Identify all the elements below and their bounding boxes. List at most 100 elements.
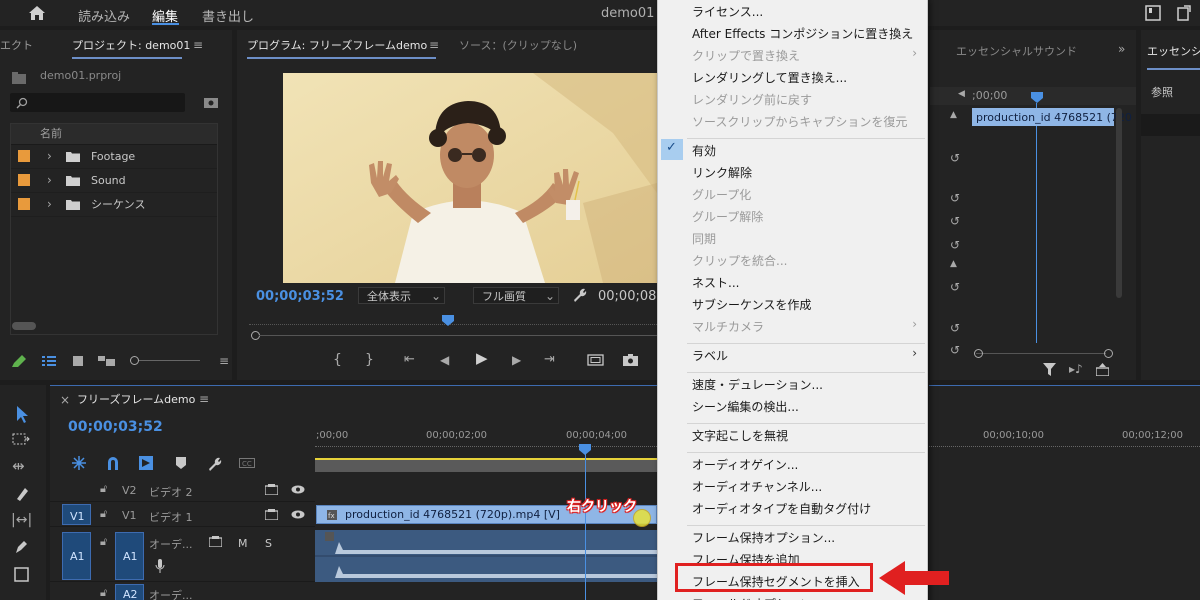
export-icon[interactable]: [1096, 363, 1109, 376]
eye-toggle-icon[interactable]: [291, 510, 305, 519]
lock-icon[interactable]: 🔓︎: [100, 587, 107, 598]
vertical-scrollbar[interactable]: [1116, 108, 1122, 298]
audio-clip[interactable]: [315, 530, 657, 582]
zoom-slider-handle[interactable]: [130, 356, 139, 365]
play-audio-icon[interactable]: ▸♪: [1069, 363, 1083, 375]
playhead-marker-icon[interactable]: [442, 315, 454, 326]
playback-resolution-select[interactable]: フル画質 ⌄: [473, 287, 559, 304]
mark-out-icon[interactable]: }: [365, 353, 374, 367]
tab-export[interactable]: 書き出し: [202, 6, 254, 25]
track-target-a1[interactable]: A1: [62, 532, 91, 580]
icon-view-icon[interactable]: [72, 355, 84, 367]
video-preview-frame[interactable]: [283, 73, 657, 283]
panel-menu-icon[interactable]: ≡: [193, 39, 203, 51]
list-view-icon[interactable]: [42, 355, 56, 367]
slip-tool-icon[interactable]: |↔|: [11, 513, 32, 527]
timeline-ruler[interactable]: ;00;00 00;00;02;00 00;00;04;00: [315, 426, 657, 456]
reset-icon[interactable]: ↺: [950, 322, 960, 334]
browse-tab[interactable]: 参照: [1151, 87, 1173, 98]
reset-icon[interactable]: ↺: [950, 344, 960, 356]
quick-export-icon[interactable]: [1145, 5, 1161, 21]
solo-button[interactable]: S: [265, 537, 272, 550]
go-to-in-icon[interactable]: ⇤: [404, 353, 415, 366]
panel-menu-icon[interactable]: ≡: [199, 393, 209, 405]
context-menu-item[interactable]: ネスト...: [692, 274, 739, 291]
safe-margins-icon[interactable]: [587, 354, 604, 366]
timeline-settings-wrench-icon[interactable]: [207, 456, 222, 471]
linked-selection-icon[interactable]: [139, 456, 153, 470]
reset-icon[interactable]: ↺: [950, 281, 960, 293]
panel-tab-effects-edge[interactable]: エクト: [0, 40, 33, 51]
add-marker-icon[interactable]: [176, 457, 186, 469]
context-menu-item[interactable]: フレーム保持オプション...: [692, 529, 835, 546]
work-area-bar[interactable]: [315, 458, 657, 472]
captions-icon[interactable]: CC: [239, 458, 255, 468]
context-menu-item[interactable]: オーディオチャンネル...: [692, 478, 822, 495]
filter-icon[interactable]: [1043, 363, 1056, 376]
graphics-search-box[interactable]: [1141, 114, 1200, 136]
source-monitor-tab[interactable]: ソース：(クリップなし): [459, 40, 577, 51]
lock-icon[interactable]: 🔓︎: [100, 483, 107, 494]
source-patch-a1[interactable]: A1: [115, 532, 144, 580]
reset-icon[interactable]: ↺: [950, 152, 960, 164]
triangle-left-icon[interactable]: ◀: [958, 90, 965, 99]
context-menu-item[interactable]: サブシーケンスを作成: [692, 296, 811, 313]
step-back-icon[interactable]: ◀︎: [440, 354, 449, 366]
mini-timeline-clip[interactable]: production_id 4768521 (720: [972, 108, 1132, 126]
lock-icon[interactable]: 🔓︎: [100, 536, 107, 547]
nest-toggle-icon[interactable]: [72, 456, 86, 470]
new-search-bin-icon[interactable]: [204, 96, 218, 108]
close-tab-icon[interactable]: ×: [60, 394, 70, 406]
mute-button[interactable]: M: [238, 537, 248, 550]
go-to-out-icon[interactable]: ⇥: [544, 353, 555, 366]
sync-lock-icon[interactable]: [265, 484, 278, 495]
scroll-handle-left[interactable]: [974, 349, 983, 358]
collapse-icon[interactable]: ▲: [950, 111, 957, 120]
source-patch-a2[interactable]: A2: [115, 584, 144, 600]
reset-icon[interactable]: ↺: [950, 192, 960, 204]
panel-menu-icon[interactable]: ≡: [219, 355, 229, 367]
project-panel-tab[interactable]: プロジェクト: demo01: [72, 40, 190, 51]
freeform-view-icon[interactable]: [98, 355, 116, 367]
playhead-marker-icon[interactable]: [1031, 92, 1043, 103]
zoom-level-select[interactable]: 全体表示 ⌄: [358, 287, 445, 304]
export-frame-camera-icon[interactable]: [623, 354, 638, 366]
context-menu-item[interactable]: After Effects コンポジションに置き換え: [692, 25, 913, 42]
effect-zoom-scrollbar[interactable]: [976, 353, 1106, 354]
context-menu-item[interactable]: ラベル: [692, 347, 728, 364]
context-menu-item[interactable]: フィールドオプション...: [692, 595, 823, 600]
sequence-timecode[interactable]: 00;00;03;52: [68, 420, 163, 434]
step-forward-icon[interactable]: ▶︎: [512, 354, 521, 366]
context-menu-item[interactable]: 速度・デュレーション...: [692, 376, 823, 393]
sync-lock-icon[interactable]: [265, 509, 278, 520]
ripple-edit-tool-icon[interactable]: ⇹: [12, 459, 25, 474]
context-menu-item[interactable]: 文字起こしを無視: [692, 427, 788, 444]
track-target-v1[interactable]: V1: [62, 504, 91, 525]
context-menu-item[interactable]: オーディオゲイン...: [692, 456, 798, 473]
sequence-tab[interactable]: フリーズフレームdemo: [77, 394, 195, 405]
horizontal-scrollbar[interactable]: [12, 322, 36, 330]
scroll-handle-right[interactable]: [1104, 349, 1113, 358]
collapse-icon[interactable]: ▲: [950, 260, 957, 269]
selection-tool-icon[interactable]: [15, 405, 29, 423]
eye-toggle-icon[interactable]: [291, 485, 305, 494]
context-menu-item[interactable]: シーン編集の検出...: [692, 398, 799, 415]
program-monitor-tab[interactable]: プログラム: フリーズフレームdemo: [247, 40, 427, 51]
zoom-slider-track[interactable]: [130, 360, 200, 361]
reset-icon[interactable]: ↺: [950, 215, 960, 227]
lock-icon[interactable]: 🔓︎: [100, 508, 107, 519]
playhead-timecode[interactable]: 00;00;03;52: [256, 290, 344, 303]
panel-menu-icon[interactable]: ≡: [429, 39, 439, 51]
play-icon[interactable]: ▶︎: [476, 351, 488, 366]
microphone-icon[interactable]: [155, 559, 165, 573]
context-menu-item[interactable]: レンダリングして置き換え...: [692, 69, 847, 86]
track-select-tool-icon[interactable]: [12, 433, 30, 445]
essential-graphics-tab[interactable]: エッセンシャ: [1147, 46, 1200, 57]
wrench-settings-icon[interactable]: [572, 287, 587, 302]
snap-magnet-icon[interactable]: [106, 456, 120, 470]
context-menu-item[interactable]: ライセンス...: [692, 3, 763, 20]
home-icon[interactable]: [28, 5, 46, 21]
panel-overflow-icon[interactable]: »: [1118, 43, 1125, 55]
context-menu-item[interactable]: 有効: [692, 142, 716, 159]
sync-lock-icon[interactable]: [209, 536, 222, 547]
